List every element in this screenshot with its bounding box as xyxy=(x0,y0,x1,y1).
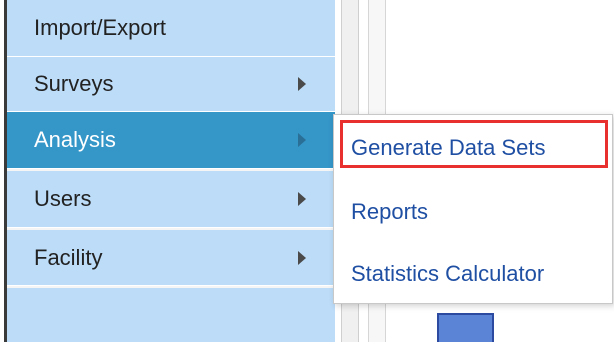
menu-item-label: Users xyxy=(34,186,92,211)
menu-item-label: Facility xyxy=(34,244,103,270)
menu-item-import-export[interactable]: Import/Export xyxy=(7,0,335,57)
submenu-item-reports[interactable]: Reports xyxy=(334,187,612,237)
menu-item-analysis[interactable]: Analysis xyxy=(7,112,335,169)
menu-item-label: Surveys xyxy=(34,71,114,96)
highlight-outline xyxy=(340,120,608,168)
menu-item-label: Analysis xyxy=(34,127,116,152)
caret-right-icon xyxy=(298,77,306,91)
caret-right-icon xyxy=(298,192,306,206)
submenu-item-label: Statistics Calculator xyxy=(351,261,545,286)
analysis-submenu: Generate Data Sets Reports Statistics Ca… xyxy=(333,114,613,304)
caret-right-icon xyxy=(298,250,306,265)
menu-item-partial[interactable] xyxy=(7,288,335,342)
menu-item-label: Import/Export xyxy=(34,15,167,40)
menu-item-facility[interactable]: Facility xyxy=(7,230,335,286)
submenu-item-label: Reports xyxy=(351,199,429,224)
submenu-item-statistics-calculator[interactable]: Statistics Calculator xyxy=(334,249,612,299)
menu-item-users[interactable]: Users xyxy=(7,171,335,228)
blue-block xyxy=(437,313,494,342)
caret-right-icon xyxy=(298,133,306,147)
menu-item-surveys[interactable]: Surveys xyxy=(7,57,335,112)
